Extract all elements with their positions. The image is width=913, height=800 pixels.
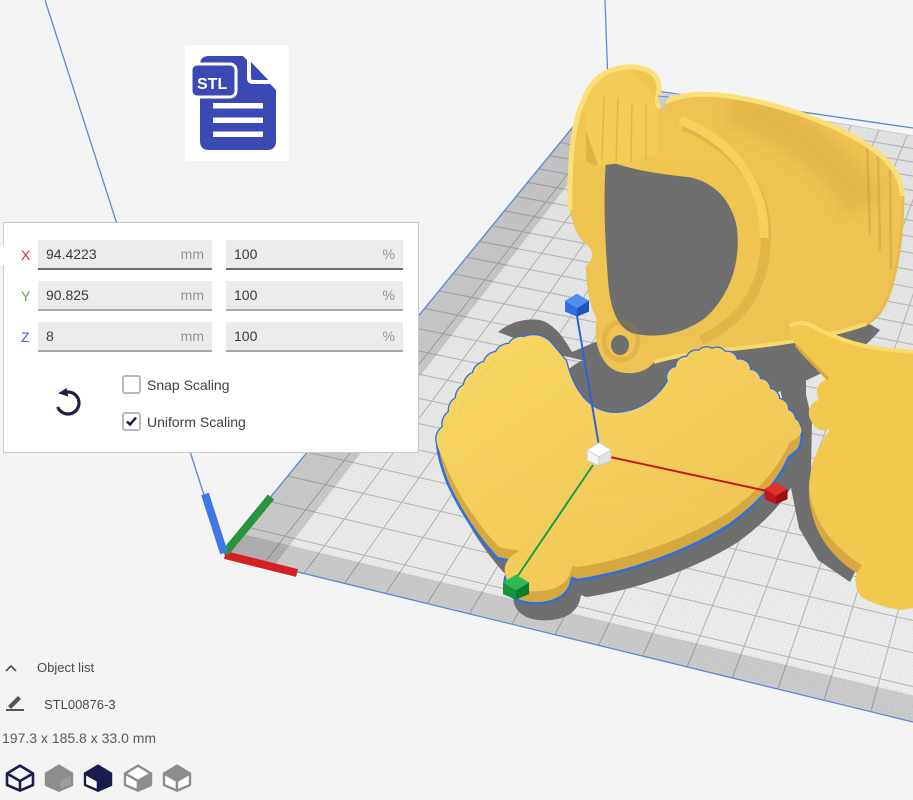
svg-text:STL: STL: [197, 76, 227, 93]
